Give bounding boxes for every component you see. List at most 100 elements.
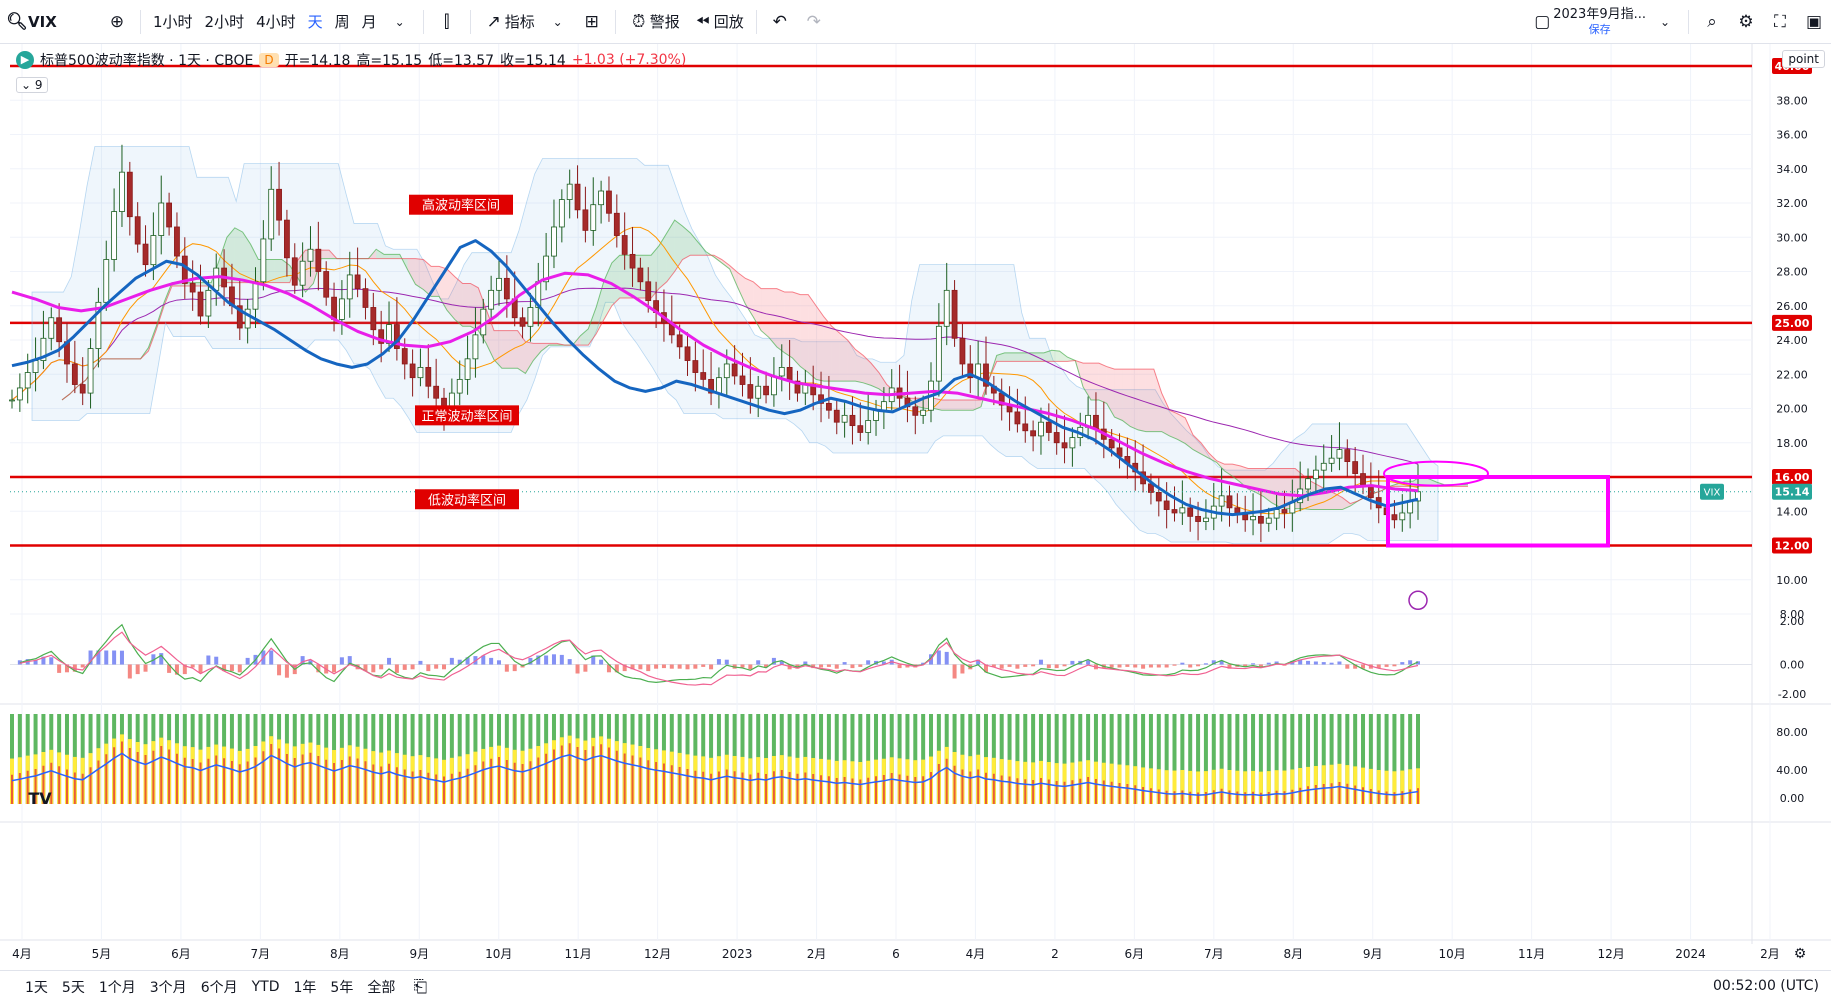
candle-body <box>496 277 502 291</box>
range-1y[interactable]: 1年 <box>287 977 324 997</box>
macd-histogram-bar <box>724 659 729 665</box>
fullscreen-icon: ⛶ <box>1774 12 1786 32</box>
candle-body <box>197 291 204 317</box>
interval-1d[interactable]: 天 <box>302 6 329 38</box>
range-3m[interactable]: 3个月 <box>143 977 194 997</box>
macd-histogram-bar <box>512 664 517 672</box>
indicator-toggle[interactable]: ⌄ 9 <box>16 77 48 93</box>
candle-body <box>260 238 267 283</box>
replay-button[interactable]: ⏪︎ 回放 <box>686 6 750 38</box>
candle-body <box>778 366 785 377</box>
osc-bar-red <box>835 778 838 804</box>
macd-histogram-bar <box>504 664 509 672</box>
macd-histogram-bar <box>237 664 242 673</box>
osc-bar-red <box>843 777 846 804</box>
osc-bar-red <box>521 764 524 804</box>
range-1m[interactable]: 1个月 <box>92 977 143 997</box>
indicators-button[interactable]: ↗ 指标 <box>477 6 541 38</box>
chart-canvas[interactable]: 4月 5月 6月 7月 8月 9月 10月 11月 12月 2023 2月 6 4月 2 6月 7月 8月 9月 1… <box>0 44 1831 970</box>
price-tick-label: 24.00 <box>1776 334 1808 347</box>
candle-body <box>1352 461 1359 474</box>
range-6m[interactable]: 6个月 <box>194 977 245 997</box>
interval-dropdown[interactable]: ⌄ <box>383 6 417 38</box>
x-tick-label: 5月 <box>92 947 112 961</box>
candle-body <box>354 274 361 290</box>
candle-body <box>323 271 330 298</box>
osc-bar-red <box>309 752 312 804</box>
candle-body <box>401 348 408 365</box>
candle-body <box>747 384 754 399</box>
layout-selector[interactable]: ▢ 2023年9月指... 保存 ⌄ <box>1525 6 1682 38</box>
interval-1h[interactable]: 1小时 <box>147 6 199 38</box>
zone-annotation-label: 高波动率区间 <box>422 198 500 214</box>
osc-bar-red <box>961 769 964 804</box>
candle-body <box>1360 473 1366 486</box>
interval-4h[interactable]: 4小时 <box>250 6 302 38</box>
clock-timezone[interactable]: 00:52:00 (UTC) <box>1713 978 1819 994</box>
candle-body <box>1281 509 1288 514</box>
osc-bar-red <box>670 765 673 804</box>
goto-date-button[interactable]: ⎗ <box>402 976 438 998</box>
legend-change: +1.03 (+7.30%) <box>571 52 687 68</box>
ichimoku-cloud <box>965 399 974 411</box>
candle-body <box>1195 515 1201 522</box>
chart-type-button[interactable]: ⫿ <box>430 6 464 38</box>
quick-search-button[interactable]: ⌕ <box>1695 6 1729 38</box>
indicators-dropdown[interactable]: ⌄ <box>541 6 575 38</box>
x-tick-label: 2023 <box>722 947 753 961</box>
ichimoku-cloud <box>1051 350 1060 362</box>
ichimoku-cloud <box>816 305 824 382</box>
candle-body <box>205 289 212 317</box>
macd-histogram-bar <box>410 664 415 670</box>
osc-bar-red <box>1307 786 1310 804</box>
alert-button[interactable]: ⏰︎ 警报 <box>622 6 686 38</box>
redo-button[interactable]: ↷ <box>797 6 831 38</box>
market-status-icon: ▶ <box>16 51 34 69</box>
ichimoku-cloud <box>1090 363 1099 400</box>
price-scale-mode-button[interactable]: point <box>1782 50 1825 68</box>
candle-body <box>244 308 251 329</box>
undo-button[interactable]: ↶ <box>763 6 797 38</box>
range-5d[interactable]: 5天 <box>55 977 92 997</box>
candle-body <box>574 183 581 211</box>
range-1d[interactable]: 1天 <box>18 977 55 997</box>
candle-body <box>276 188 282 221</box>
candle-body <box>331 296 337 320</box>
osc-bar-red <box>1252 791 1255 804</box>
range-all[interactable]: 全部 <box>360 977 402 997</box>
osc-bar-red <box>1338 782 1341 804</box>
candle-body <box>763 385 769 396</box>
macd-histogram-bar <box>434 664 439 669</box>
candle-body <box>684 346 691 361</box>
fullscreen-button[interactable]: ⛶ <box>1763 6 1797 38</box>
candle-body <box>1014 411 1021 425</box>
candle-body <box>943 289 950 327</box>
osc-bar-red <box>576 747 579 804</box>
interval-1m[interactable]: 月 <box>356 6 383 38</box>
osc-bar-red <box>1110 781 1113 804</box>
price-tick-label: 28.00 <box>1776 266 1808 279</box>
macd-histogram-bar <box>638 664 643 670</box>
candle-body <box>613 212 620 236</box>
templates-button[interactable]: ⊞ <box>575 6 609 38</box>
redo-icon: ↷ <box>806 11 821 32</box>
layout-name: 2023年9月指... <box>1553 7 1646 22</box>
macd-histogram-bar <box>49 657 54 665</box>
interval-1w[interactable]: 周 <box>329 6 356 38</box>
osc-bar-red <box>875 776 878 804</box>
range-5y[interactable]: 5年 <box>323 977 360 997</box>
osc-bar-red <box>1204 792 1207 804</box>
osc-bar-red <box>733 771 736 804</box>
macd-histogram-bar <box>402 664 407 670</box>
series-legend: ▶ 标普500波动率指数 · 1天 · CBOE D 开=14.18 高=15.… <box>16 50 686 70</box>
macd-histogram-bar <box>269 650 274 665</box>
symbol-search[interactable]: 🔍︎ VIX <box>0 6 100 38</box>
osc-bar-red <box>207 758 210 804</box>
x-tick-label: 12月 <box>644 947 671 961</box>
range-ytd[interactable]: YTD <box>245 979 287 995</box>
compare-button[interactable]: ⊕ <box>100 6 134 38</box>
settings-button[interactable]: ⚙ <box>1729 6 1763 38</box>
snapshot-button[interactable]: ▣ <box>1797 6 1831 38</box>
interval-2h[interactable]: 2小时 <box>199 6 251 38</box>
osc-bar-red <box>1189 791 1192 804</box>
